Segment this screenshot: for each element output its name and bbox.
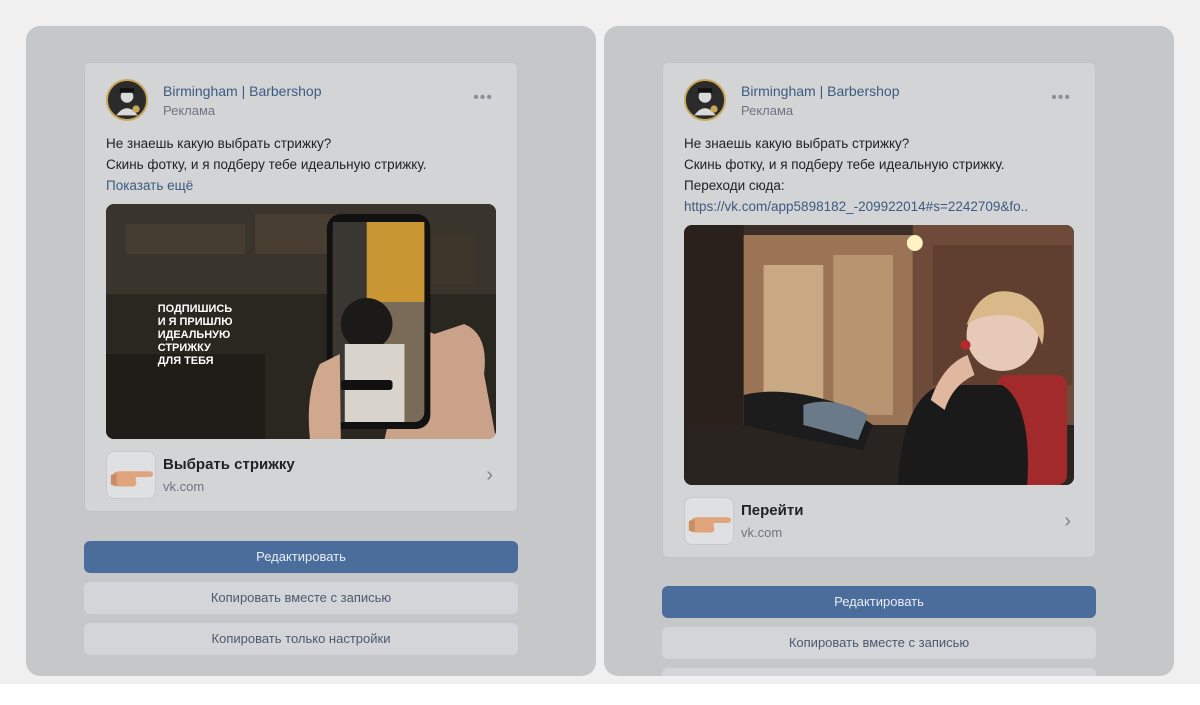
copy-with-post-button[interactable]: Копировать вместе с записью [84, 582, 518, 614]
post-text-line: Скинь фотку, и я подберу тебе идеальную … [106, 157, 427, 172]
post-text: Не знаешь какую выбрать стрижку? Скинь ф… [663, 133, 1095, 217]
image-caption-line: СТРИЖКУ [158, 342, 211, 354]
post-card: Birmingham | Barbershop Реклама ••• Не з… [662, 62, 1096, 558]
ad-label: Реклама [163, 103, 216, 118]
avatar[interactable] [106, 79, 148, 121]
ad-preview-panel-right: Birmingham | Barbershop Реклама ••• Не з… [604, 26, 1174, 676]
post-author-name[interactable]: Birmingham | Barbershop [163, 83, 321, 99]
cta-attachment[interactable]: Выбрать стрижку vk.com › [85, 439, 517, 511]
edit-button[interactable]: Редактировать [84, 541, 518, 573]
avatar[interactable] [684, 79, 726, 121]
post-text-line: Не знаешь какую выбрать стрижку? [684, 136, 910, 151]
image-caption-line: ПОДПИШИСЬ [158, 303, 232, 315]
cta-title: Перейти [741, 502, 804, 519]
post-image[interactable]: ПОДПИШИСЬ И Я ПРИШЛЮ ИДЕАЛЬНУЮ СТРИЖКУ Д… [106, 204, 496, 439]
ad-preview-panel-left: Birmingham | Barbershop Реклама ••• Не з… [26, 26, 596, 676]
image-caption-line: И Я ПРИШЛЮ [158, 316, 233, 328]
cta-domain: vk.com [741, 525, 783, 540]
cta-attachment[interactable]: Перейти vk.com › [663, 485, 1095, 557]
page-bottom-strip [0, 684, 1200, 705]
image-caption-line: ДЛЯ ТЕБЯ [158, 355, 214, 367]
more-options-icon[interactable]: ••• [1051, 89, 1071, 107]
post-text: Не знаешь какую выбрать стрижку? Скинь ф… [85, 133, 517, 196]
copy-with-post-button[interactable]: Копировать вместе с записью [662, 627, 1096, 659]
post-text-line: Скинь фотку, и я подберу тебе идеальную … [684, 157, 1005, 172]
chevron-right-icon: › [1064, 510, 1071, 532]
image-caption-line: ИДЕАЛЬНУЮ [158, 329, 231, 341]
pointing-hand-icon [106, 451, 156, 499]
post-image[interactable] [684, 225, 1074, 485]
post-card: Birmingham | Barbershop Реклама ••• Не з… [84, 62, 518, 512]
post-author-name[interactable]: Birmingham | Barbershop [741, 83, 899, 99]
chevron-right-icon: › [486, 464, 493, 486]
post-text-line: Не знаешь какую выбрать стрижку? [106, 136, 332, 151]
copy-settings-button[interactable]: Копировать только настройки [84, 623, 518, 655]
pointing-hand-icon [684, 497, 734, 545]
cta-title: Выбрать стрижку [163, 456, 295, 473]
ad-label: Реклама [741, 103, 794, 118]
post-header: Birmingham | Barbershop Реклама ••• [663, 63, 1095, 133]
copy-settings-button-partial[interactable] [662, 668, 1096, 676]
post-header: Birmingham | Barbershop Реклама ••• [85, 63, 517, 133]
cta-domain: vk.com [163, 479, 205, 494]
more-options-icon[interactable]: ••• [473, 89, 493, 107]
show-more-link[interactable]: Показать ещё [106, 175, 496, 196]
post-text-line: Переходи сюда: [684, 178, 785, 193]
post-link[interactable]: https://vk.com/app5898182_-209922014#s=2… [684, 196, 1074, 217]
edit-button[interactable]: Редактировать [662, 586, 1096, 618]
